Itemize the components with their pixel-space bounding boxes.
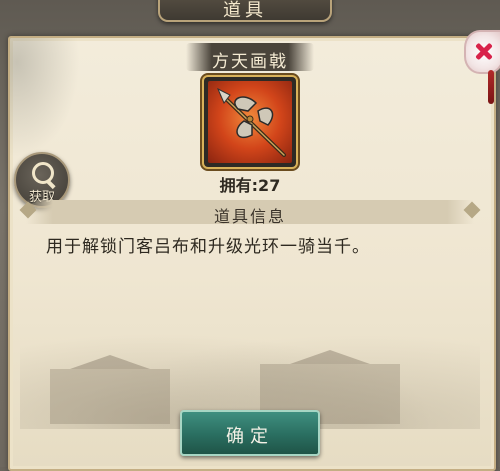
palace-building	[50, 369, 170, 424]
palace-roof	[70, 355, 150, 369]
halberd-icon	[217, 87, 286, 157]
item-name: 方天画戟	[212, 52, 288, 72]
window-title-tab: 道具	[158, 0, 332, 22]
item-name-banner: 方天画戟	[186, 43, 314, 72]
close-tassel	[488, 70, 494, 104]
confirm-button[interactable]: 确定	[180, 410, 320, 456]
item-info-header: 道具信息	[19, 200, 481, 226]
item-icon-frame	[204, 77, 296, 167]
magnifier-icon	[32, 162, 54, 184]
window-title: 道具	[223, 0, 267, 21]
close-button[interactable]	[464, 30, 500, 74]
item-description: 用于解锁门客吕布和升级光环一骑当千。	[46, 237, 370, 257]
ink-decoration	[10, 38, 80, 158]
item-icon-background	[208, 81, 292, 163]
item-info-title: 道具信息	[213, 207, 286, 226]
owned-count: 拥有:27	[219, 176, 281, 195]
confirm-button-label: 确定	[226, 426, 274, 447]
palace-roof	[290, 350, 370, 364]
